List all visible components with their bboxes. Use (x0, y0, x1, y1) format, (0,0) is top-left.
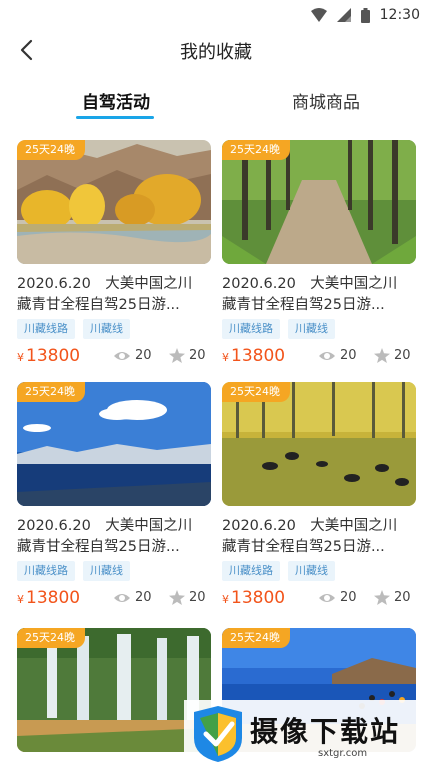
watermark-text: 摄像下载站 (250, 715, 401, 748)
card-image: 25天24晚 (222, 382, 416, 506)
stars-count: 20 (189, 590, 206, 605)
card-price: ¥13800 (222, 588, 285, 608)
favorite-card[interactable]: 25天24晚 2020.6.20 大美中国之川 藏青甘全程自驾25日游... 川… (222, 140, 416, 380)
price-value: 13800 (231, 588, 286, 608)
favorite-card[interactable]: 25天24晚 2020.6.20 大美中国之川 藏青甘全程自驾25日游... 川… (17, 382, 211, 622)
views-count: 20 (340, 348, 357, 363)
tag: 川藏线路 (222, 561, 280, 581)
views-stat: 20 (318, 590, 357, 605)
stars-count: 20 (394, 590, 411, 605)
card-title-line2: 藏青甘全程自驾25日游... (222, 539, 385, 555)
card-title: 2020.6.20 大美中国之川 藏青甘全程自驾25日游... (222, 274, 416, 316)
card-tags: 川藏线路 川藏线 (222, 319, 335, 339)
card-image: 25天24晚 (17, 140, 211, 264)
duration-badge: 25天24晚 (17, 628, 85, 648)
tag: 川藏线 (288, 319, 335, 339)
favorite-card[interactable]: 25天24晚 2020.6.20 大美中国之川 藏青甘全程自驾25日游... 川… (222, 382, 416, 622)
tab-mall-goods[interactable]: 商城商品 (256, 88, 396, 124)
currency-symbol: ¥ (222, 593, 229, 606)
card-tags: 川藏线路 川藏线 (17, 561, 130, 581)
card-title-line1: 2020.6.20 大美中国之川 (17, 276, 193, 292)
card-title-line2: 藏青甘全程自驾25日游... (17, 539, 180, 555)
card-price: ¥13800 (17, 346, 80, 366)
tag: 川藏线路 (17, 561, 75, 581)
battery-icon (360, 7, 370, 23)
stars-stat: 20 (374, 348, 411, 363)
card-title-line1: 2020.6.20 大美中国之川 (17, 518, 193, 534)
eye-icon (319, 351, 335, 360)
card-image: 25天24晚 (17, 628, 211, 752)
currency-symbol: ¥ (222, 351, 229, 364)
star-icon (374, 590, 390, 605)
price-value: 13800 (26, 346, 81, 366)
stars-count: 20 (189, 348, 206, 363)
card-title-line1: 2020.6.20 大美中国之川 (222, 518, 398, 534)
tag: 川藏线 (83, 319, 130, 339)
stars-stat: 20 (374, 590, 411, 605)
card-title: 2020.6.20 大美中国之川 藏青甘全程自驾25日游... (222, 516, 416, 558)
eye-icon (319, 593, 335, 602)
views-count: 20 (340, 590, 357, 605)
tag: 川藏线 (83, 561, 130, 581)
card-title-line2: 藏青甘全程自驾25日游... (222, 297, 385, 313)
eye-icon (114, 593, 130, 602)
tab-indicator (76, 116, 154, 119)
views-count: 20 (135, 590, 152, 605)
eye-icon (114, 351, 130, 360)
price-value: 13800 (26, 588, 81, 608)
duration-badge: 25天24晚 (222, 140, 290, 160)
views-stat: 20 (113, 590, 152, 605)
star-icon (169, 590, 185, 605)
currency-symbol: ¥ (17, 351, 24, 364)
views-count: 20 (135, 348, 152, 363)
star-icon (374, 348, 390, 363)
favorite-card[interactable]: 25天24晚 (17, 628, 211, 768)
tag: 川藏线路 (222, 319, 280, 339)
watermark-logo-icon (194, 706, 242, 762)
tag: 川藏线 (288, 561, 335, 581)
stars-count: 20 (394, 348, 411, 363)
card-image: 25天24晚 (17, 382, 211, 506)
duration-badge: 25天24晚 (222, 382, 290, 402)
star-icon (169, 348, 185, 363)
duration-badge: 25天24晚 (222, 628, 290, 648)
duration-badge: 25天24晚 (17, 382, 85, 402)
stars-stat: 20 (169, 348, 206, 363)
tag: 川藏线路 (17, 319, 75, 339)
status-time: 12:30 (379, 7, 420, 23)
wifi-icon (310, 8, 327, 22)
card-price: ¥13800 (17, 588, 80, 608)
stars-stat: 20 (169, 590, 206, 605)
card-title-line2: 藏青甘全程自驾25日游... (17, 297, 180, 313)
tab-bar: 自驾活动 商城商品 (0, 88, 432, 124)
card-price: ¥13800 (222, 346, 285, 366)
favorite-card[interactable]: 25天24晚 2020.6.20 大美中国之川 藏青甘全程自驾25日游... 川… (17, 140, 211, 380)
card-image: 25天24晚 (222, 140, 416, 264)
views-stat: 20 (318, 348, 357, 363)
signal-icon (336, 8, 351, 22)
watermark-url: sxtgr.com (318, 748, 368, 759)
currency-symbol: ¥ (17, 593, 24, 606)
header: 我的收藏 (0, 30, 432, 70)
card-title-line1: 2020.6.20 大美中国之川 (222, 276, 398, 292)
duration-badge: 25天24晚 (17, 140, 85, 160)
watermark: 摄像下载站 sxtgr.com (184, 700, 432, 768)
views-stat: 20 (113, 348, 152, 363)
card-tags: 川藏线路 川藏线 (17, 319, 130, 339)
price-value: 13800 (231, 346, 286, 366)
card-tags: 川藏线路 川藏线 (222, 561, 335, 581)
card-title: 2020.6.20 大美中国之川 藏青甘全程自驾25日游... (17, 516, 211, 558)
card-title: 2020.6.20 大美中国之川 藏青甘全程自驾25日游... (17, 274, 211, 316)
status-bar: 12:30 (0, 0, 432, 30)
page-title: 我的收藏 (180, 42, 252, 63)
status-icons: 12:30 (310, 6, 420, 24)
